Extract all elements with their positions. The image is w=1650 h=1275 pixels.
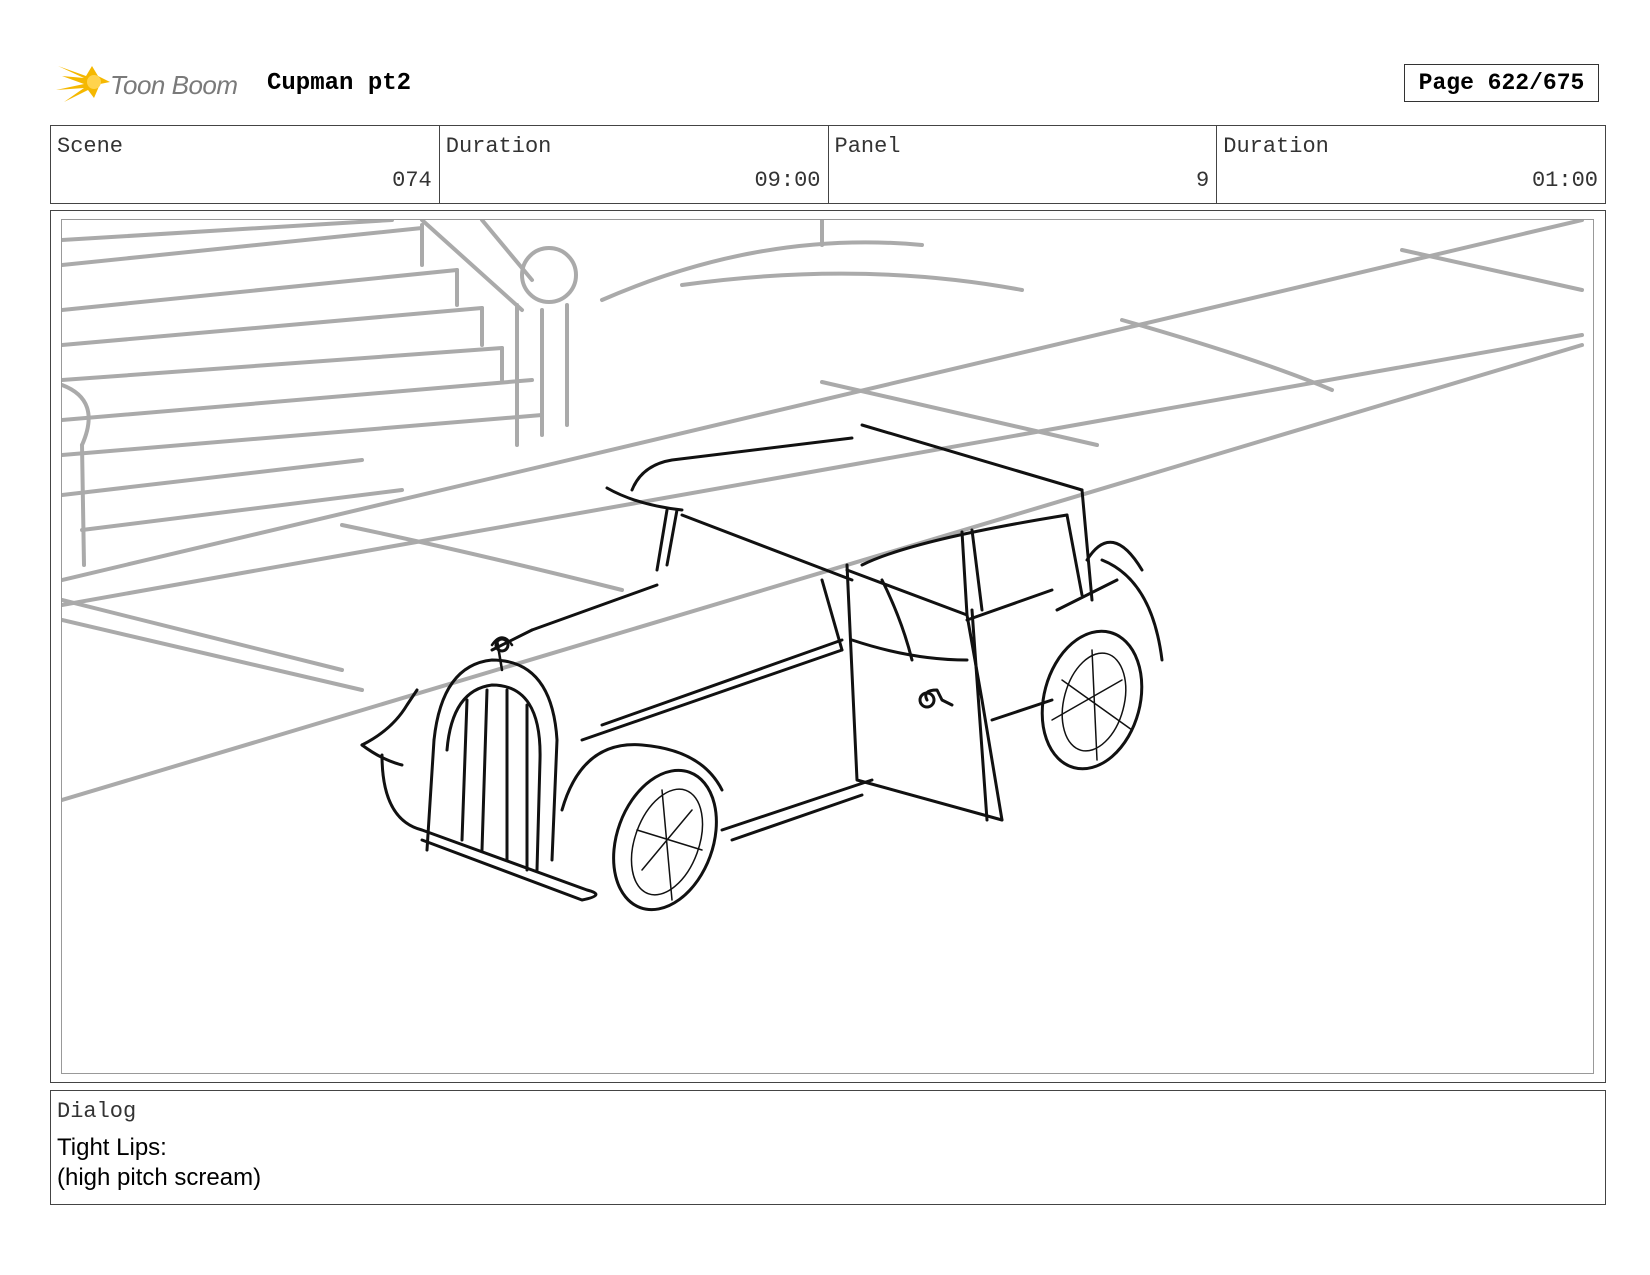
dialog-text: Tight Lips: (high pitch scream) (57, 1133, 261, 1193)
panel-duration-cell: Duration 01:00 (1217, 126, 1605, 203)
scene-label: Scene (57, 134, 124, 159)
panel-cell: Panel 9 (829, 126, 1218, 203)
scene-info-table: Scene 074 Duration 09:00 Panel 9 Duratio… (50, 125, 1606, 204)
car-sketch-drawing (62, 220, 1584, 912)
starburst-icon (56, 66, 110, 102)
scene-value: 074 (392, 168, 432, 193)
scene-duration-cell: Duration 09:00 (440, 126, 829, 203)
storyboard-panel (50, 210, 1606, 1083)
dialog-box: Dialog Tight Lips: (high pitch scream) (50, 1090, 1606, 1205)
scene-duration-value: 09:00 (754, 168, 821, 193)
scene-cell: Scene 074 (51, 126, 440, 203)
storyboard-header: Toon Boom Cupman pt2 Page 622/675 (52, 56, 1606, 112)
panel-duration-value: 01:00 (1531, 168, 1598, 193)
logo-text: Toon Boom (110, 70, 238, 100)
panel-value: 9 (1196, 168, 1210, 193)
toon-boom-logo: Toon Boom (54, 58, 254, 110)
panel-frame (61, 219, 1594, 1074)
project-title: Cupman pt2 (267, 70, 412, 97)
panel-label: Panel (834, 134, 901, 159)
dialog-line-action: (high pitch scream) (57, 1164, 262, 1191)
page-number: Page 622/675 (1404, 64, 1599, 102)
dialog-line-speaker: Tight Lips: (57, 1134, 167, 1161)
panel-duration-label: Duration (1223, 134, 1329, 159)
dialog-label: Dialog (57, 1099, 137, 1124)
scene-duration-label: Duration (445, 134, 552, 159)
